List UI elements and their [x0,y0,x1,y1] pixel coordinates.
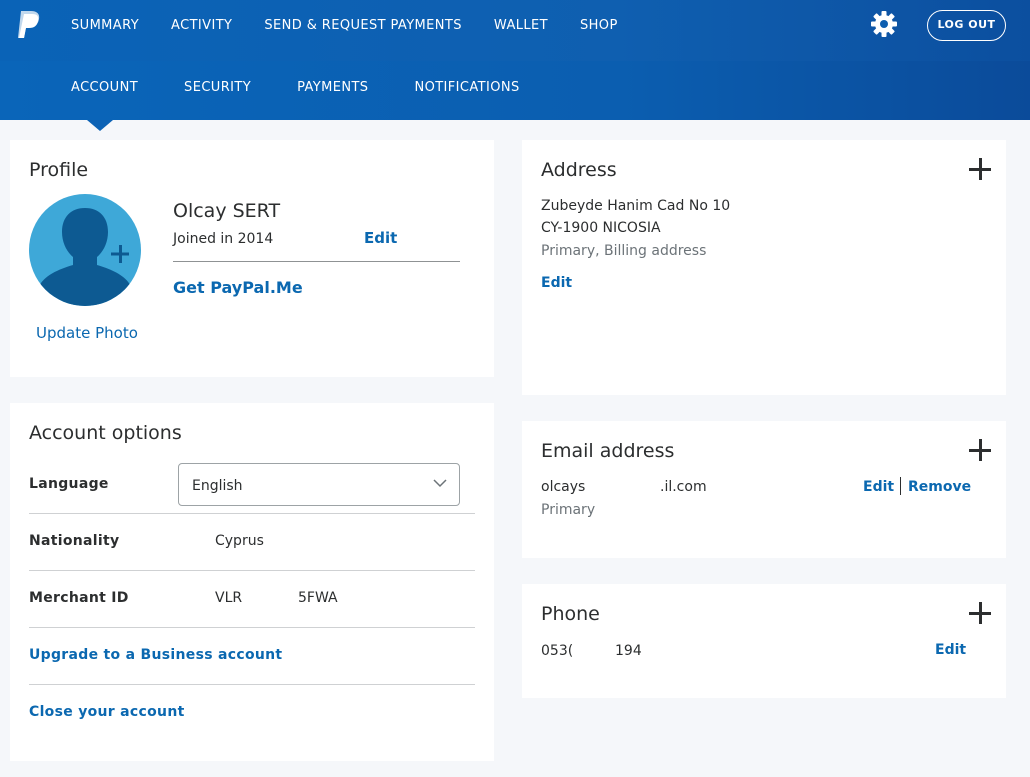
phone-title: Phone [541,603,600,625]
close-account-link[interactable]: Close your account [29,704,185,720]
tab-notifications[interactable]: NOTIFICATIONS [414,80,519,96]
tab-payments[interactable]: PAYMENTS [297,80,368,96]
paypal-logo-icon[interactable] [16,10,42,40]
address-title: Address [541,159,617,181]
merchant-id-label: Merchant ID [29,590,129,606]
email-value-end: .il.com [660,479,707,495]
merchant-id-value-end: 5FWA [298,590,338,606]
address-card: Address Zubeyde Hanim Cad No 10 CY-1900 … [522,140,1006,395]
active-tab-indicator [87,120,113,131]
add-address-plus-icon[interactable] [969,158,991,180]
row-divider [29,684,475,685]
nationality-label: Nationality [29,533,120,549]
joined-date: Joined in 2014 [173,231,274,247]
add-email-plus-icon[interactable] [969,439,991,461]
email-type: Primary [541,502,596,518]
nav-summary[interactable]: SUMMARY [71,18,139,34]
settings-tabs: ACCOUNT SECURITY PAYMENTS NOTIFICATIONS [71,80,566,96]
language-selected-value: English [192,478,243,494]
nav-shop[interactable]: SHOP [580,18,618,34]
tab-security[interactable]: SECURITY [184,80,251,96]
profile-card: Profile Update Photo Olcay SERT Joined i… [10,140,494,377]
account-options-card: Account options Language English Nationa… [10,403,494,761]
profile-title: Profile [29,159,89,181]
get-paypalme-link[interactable]: Get PayPal.Me [173,278,303,297]
email-card: Email address olcays .il.com Primary Edi… [522,421,1006,558]
gear-icon[interactable] [869,9,899,39]
chevron-down-icon [433,479,447,488]
tab-account[interactable]: ACCOUNT [71,80,138,96]
row-divider [29,570,475,571]
address-line-1: Zubeyde Hanim Cad No 10 [541,198,731,214]
language-select[interactable]: English [178,463,460,506]
update-photo-link[interactable]: Update Photo [36,324,138,342]
sub-nav-bar: ACCOUNT SECURITY PAYMENTS NOTIFICATIONS [0,61,1030,120]
account-options-title: Account options [29,422,182,444]
upgrade-business-link[interactable]: Upgrade to a Business account [29,647,282,663]
row-divider [29,627,475,628]
address-line-2: CY-1900 NICOSIA [541,220,661,236]
avatar[interactable] [29,194,141,306]
row-divider [29,513,475,514]
add-phone-plus-icon[interactable] [969,602,991,624]
language-label: Language [29,476,109,492]
edit-phone-link[interactable]: Edit [935,642,966,658]
nav-wallet[interactable]: WALLET [494,18,548,34]
edit-email-link[interactable]: Edit [863,479,894,495]
edit-address-link[interactable]: Edit [541,275,572,291]
email-value-start: olcays [541,479,586,495]
address-type: Primary, Billing address [541,243,707,259]
nav-activity[interactable]: ACTIVITY [171,18,232,34]
merchant-id-value-start: VLR [215,590,243,606]
edit-profile-link[interactable]: Edit [364,229,397,247]
profile-divider [173,261,460,262]
nav-send-request[interactable]: SEND & REQUEST PAYMENTS [264,18,462,34]
profile-name: Olcay SERT [173,200,281,222]
remove-email-link[interactable]: Remove [908,479,971,495]
phone-value-end: 194 [615,643,642,659]
link-separator [900,477,901,495]
nationality-value: Cyprus [215,533,264,549]
phone-card: Phone 053( 194 Edit [522,584,1006,698]
main-nav: SUMMARY ACTIVITY SEND & REQUEST PAYMENTS… [71,18,650,34]
top-bar: SUMMARY ACTIVITY SEND & REQUEST PAYMENTS… [0,0,1030,61]
logout-button[interactable]: LOG OUT [927,10,1006,41]
person-silhouette-icon [39,208,131,306]
phone-value-start: 053( [541,643,574,659]
email-title: Email address [541,440,675,462]
